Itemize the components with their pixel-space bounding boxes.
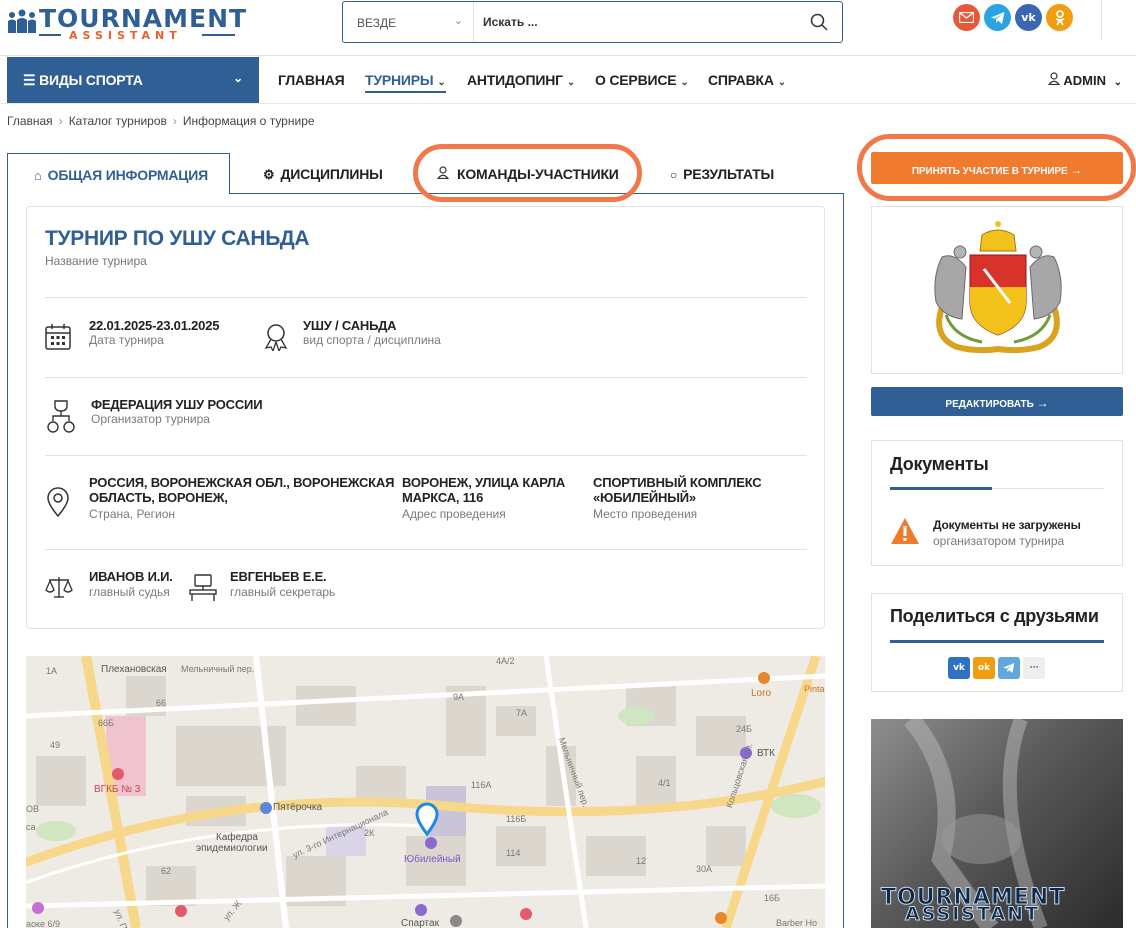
chief-judge: ИВАНОВ И.И.: [89, 569, 173, 584]
search-input[interactable]: [475, 2, 795, 42]
venue-map[interactable]: Плехановская Мельничный пер. Пятёрочка К…: [26, 656, 825, 928]
chief-secretary: ЕВГЕНЬЕВ Е.Е.: [230, 569, 327, 584]
tab-results[interactable]: ○ РЕЗУЛЬТАТЫ: [670, 153, 774, 194]
tournament-emblem: [871, 206, 1123, 374]
tournament-region: РОССИЯ, ВОРОНЕЖСКАЯ ОБЛ., ВОРОНЕЖСКАЯ ОБЛ…: [89, 475, 395, 505]
warning-icon: [891, 518, 919, 544]
home-icon: ⌂: [34, 168, 42, 183]
tournament-venue: СПОРТИВНЫЙ КОМПЛЕКС «ЮБИЛЕЙНЫЙ»: [593, 475, 762, 505]
promo-banner[interactable]: TOURNAMENT ASSISTANT: [871, 719, 1123, 928]
sports-menu-button[interactable]: ☰ ВИДЫ СПОРТА ⌄: [7, 57, 259, 103]
tab-disciplines[interactable]: ⚙ ДИСЦИПЛИНЫ: [263, 153, 383, 194]
nav-home[interactable]: ГЛАВНАЯ: [278, 72, 345, 88]
organizer-icon: [47, 400, 75, 433]
desk-computer-icon: [189, 574, 217, 601]
breadcrumb-home[interactable]: Главная: [7, 114, 53, 128]
breadcrumb-current: Информация о турнире: [182, 114, 315, 128]
share-title: Поделиться с друзьями: [890, 606, 1099, 626]
share-buttons: vk ok ⋯: [948, 657, 1045, 679]
tournament-address: ВОРОНЕЖ, УЛИЦА КАРЛА МАРКСА, 116: [402, 475, 566, 505]
main-nav: ☰ ВИДЫ СПОРТА ⌄ ГЛАВНАЯ ТУРНИРЫ ⌄ АНТИДОП…: [0, 56, 1136, 104]
map-canvas: [26, 656, 825, 928]
tournament-dates: 22.01.2025-23.01.2025: [89, 318, 220, 333]
share-widget: Поделиться с друзьями vk ok ⋯: [871, 593, 1123, 692]
logo-people-icon: [8, 9, 36, 33]
nav-about[interactable]: О СЕРВИСЕ ⌄: [595, 72, 689, 88]
ok-icon[interactable]: ok: [973, 657, 995, 679]
breadcrumb: Главная › Каталог турниров › Информация о ту…: [7, 114, 315, 128]
documents-widget: Документы Документы не загружены организ…: [871, 440, 1123, 566]
user-menu[interactable]: ADMIN ⌄: [1048, 72, 1122, 88]
coat-of-arms-image: [934, 221, 1062, 354]
logo-text: TOURNAMENT: [39, 4, 248, 33]
nav-tournaments[interactable]: ТУРНИРЫ ⌄: [365, 72, 446, 93]
tournament-title: ТУРНИР ПО УШУ САНЬДА: [45, 227, 310, 250]
tournament-title-caption: Название турнира: [45, 254, 147, 268]
telegram-icon[interactable]: [998, 657, 1020, 679]
telegram-icon[interactable]: [984, 4, 1011, 31]
mail-icon[interactable]: [953, 4, 980, 31]
vk-icon[interactable]: vk: [948, 657, 970, 679]
logo-subtext: ASSISTANT: [69, 29, 182, 42]
arrow-right-icon: →: [1036, 396, 1049, 410]
vk-icon[interactable]: vk: [1015, 4, 1042, 31]
search-scope-select[interactable]: ВЕЗДЕ ⌄: [343, 2, 474, 42]
ok-icon[interactable]: [1046, 4, 1073, 31]
scales-icon: [45, 577, 73, 598]
edit-button[interactable]: РЕДАКТИРОВАТЬ →: [871, 387, 1123, 416]
award-icon: [264, 324, 288, 351]
user-icon: [1048, 72, 1061, 86]
search-icon[interactable]: [810, 13, 828, 31]
site-logo[interactable]: TOURNAMENT ASSISTANT: [7, 6, 246, 42]
tab-general-info[interactable]: ⌂ ОБЩАЯ ИНФОРМАЦИЯ: [7, 153, 230, 194]
location-pin-icon: [47, 487, 69, 517]
tournament-organizer: ФЕДЕРАЦИЯ УШУ РОССИИ: [91, 397, 263, 412]
breadcrumb-catalog[interactable]: Каталог турниров: [69, 114, 167, 128]
more-icon[interactable]: ⋯: [1023, 657, 1045, 679]
documents-title: Документы: [890, 454, 989, 474]
nav-antidoping[interactable]: АНТИДОПИНГ ⌄: [467, 72, 575, 88]
tournament-info-card: ТУРНИР ПО УШУ САНЬДА Название турнира 22…: [26, 206, 825, 629]
top-header: TOURNAMENT ASSISTANT ВЕЗДЕ ⌄ vk: [0, 0, 1136, 56]
calendar-icon: [45, 324, 71, 350]
nav-help[interactable]: СПРАВКА ⌄: [708, 72, 786, 88]
menu-icon: ☰: [23, 72, 36, 88]
tournament-sport: УШУ / САНЬДА: [303, 318, 397, 333]
social-links: vk: [953, 4, 1073, 32]
banner-title-line2: ASSISTANT: [904, 903, 1041, 926]
documents-status: Документы не загружены: [933, 518, 1081, 532]
highlight-ring-join-button: [857, 134, 1136, 201]
chevron-down-icon: ⌄: [453, 15, 463, 27]
award-icon: ○: [670, 168, 678, 182]
chevron-down-icon: ⌄: [233, 71, 243, 85]
gear-icon: ⚙: [263, 167, 275, 182]
search-bar: ВЕЗДЕ ⌄: [342, 1, 843, 43]
